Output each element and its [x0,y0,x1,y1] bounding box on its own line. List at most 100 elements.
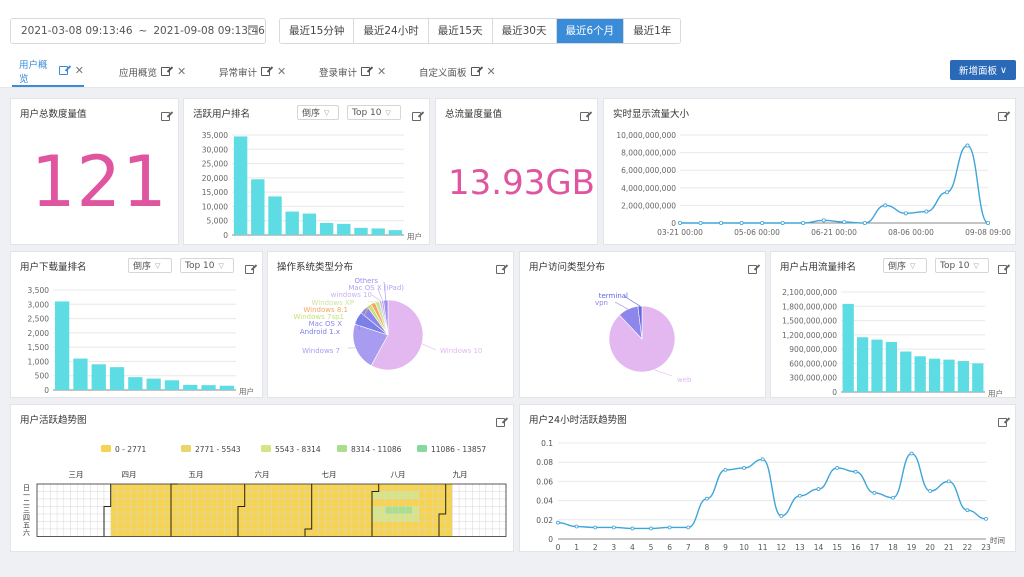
heatmap-cell [137,521,145,530]
tab-user-overview[interactable]: 用户概览 ✕ [12,56,84,87]
tab-custom-panel[interactable]: 自定义面板 ✕ [419,56,496,87]
heatmap-cell [365,521,373,530]
heatmap-cell [425,506,433,515]
close-icon[interactable]: ✕ [487,65,496,78]
heatmap-cell [445,521,453,530]
heatmap-cell [391,513,400,522]
heatmap-cell [278,498,286,507]
data-point [779,514,784,518]
heatmap-cell [425,528,433,537]
heatmap-cell [117,528,125,537]
order-select[interactable]: 倒序 ▽ [128,258,172,273]
heatmap-cell [184,506,192,515]
heatmap-cell [345,506,353,515]
tab-anomaly-audit[interactable]: 异常审计 ✕ [219,56,286,87]
heatmap-cell [224,483,232,492]
bar [219,385,234,390]
heatmap-cell [391,498,400,507]
bar [972,363,984,392]
heatmap-cell [224,521,232,530]
edit-icon[interactable] [580,106,589,125]
tab-app-overview[interactable]: 应用概览 ✕ [119,56,186,87]
quick-range-15min[interactable]: 最近15分钟 [280,19,355,43]
bar [900,351,912,392]
heatmap-cell [338,498,346,507]
heatmap-cell [365,491,373,500]
heatmap-cell [204,528,212,537]
heatmap-cell [311,521,319,530]
legend-swatch [417,445,427,452]
heatmap-cell [164,528,172,537]
quick-range-24h[interactable]: 最近24小时 [354,19,429,43]
heatmap-cell [331,483,339,492]
edit-icon[interactable] [748,259,757,278]
heatmap-cell [56,513,64,522]
edit-icon[interactable] [161,106,170,125]
x-tick-label: 2 [593,543,598,552]
edit-icon[interactable] [496,259,505,278]
heatmap-cell [358,528,366,537]
data-point [821,218,826,223]
heatmap-cell [231,506,239,515]
edit-icon[interactable] [245,259,254,278]
top-select[interactable]: Top 10 ▽ [935,258,989,273]
quick-range-30d[interactable]: 最近30天 [492,19,557,43]
x-tick-label: 16 [851,543,861,552]
order-select[interactable]: 倒序 ▽ [883,258,927,273]
y-tick-label: 0.04 [536,497,553,506]
calendar-icon[interactable] [248,25,258,35]
quick-range-15d[interactable]: 最近15天 [428,19,493,43]
edit-icon[interactable] [59,66,68,75]
edit-icon[interactable] [470,67,480,76]
new-panel-button[interactable]: 新增面板 ∨ [950,60,1016,80]
heatmap-cell [378,513,386,522]
heatmap-cell [378,528,386,537]
bar [885,342,898,392]
edit-icon[interactable] [998,259,1007,278]
heatmap-cell [351,498,359,507]
quick-range-6m[interactable]: 最近6个月 [556,19,625,43]
heatmap-cell [83,521,91,530]
y-tick-label: 2,000,000,000 [621,201,676,210]
chevron-down-icon: ▽ [324,108,330,117]
top-select[interactable]: Top 10 ▽ [180,258,234,273]
heatmap-cell [257,506,266,515]
close-icon[interactable]: ✕ [75,64,84,77]
heatmap-cell [157,521,165,530]
heatmap-cell [318,483,326,492]
edit-icon[interactable] [261,67,271,76]
heatmap-cell [351,483,359,492]
top-select[interactable]: Top 10 ▽ [347,105,401,120]
heatmap-cell [278,513,286,522]
close-icon[interactable]: ✕ [377,65,386,78]
close-icon[interactable]: ✕ [277,65,286,78]
edit-icon[interactable] [998,106,1007,125]
heatmap-cell [90,506,98,515]
x-tick-label: 21 [944,543,954,552]
x-tick-label: 3 [611,543,616,552]
tab-login-audit[interactable]: 登录审计 ✕ [319,56,386,87]
edit-icon[interactable] [361,67,371,76]
heatmap-cell [184,528,192,537]
x-tick-label: 18 [888,543,898,552]
heatmap-cell [499,483,507,492]
top-value: Top 10 [185,260,215,271]
heatmap-cell [324,521,333,530]
heatmap-cell [76,483,85,492]
heatmap-cell [264,483,272,492]
date-range-picker[interactable]: 2021-03-08 09:13:46 ~ 2021-09-08 09:13:4… [10,18,266,44]
heatmap-cell [365,483,373,492]
close-icon[interactable]: ✕ [177,65,186,78]
edit-icon[interactable] [412,106,421,125]
heatmap-cell [257,513,266,522]
order-select[interactable]: 倒序 ▽ [297,105,339,120]
data-point [556,520,560,525]
heatmap-cell [177,506,185,515]
edit-icon[interactable] [161,67,171,76]
label-line [614,301,629,310]
heatmap-cell [204,483,212,492]
quick-range-1y[interactable]: 最近1年 [624,19,681,43]
heatmap-cell [97,528,105,537]
heatmap-cell [164,483,172,492]
heatmap-cell [103,513,111,522]
